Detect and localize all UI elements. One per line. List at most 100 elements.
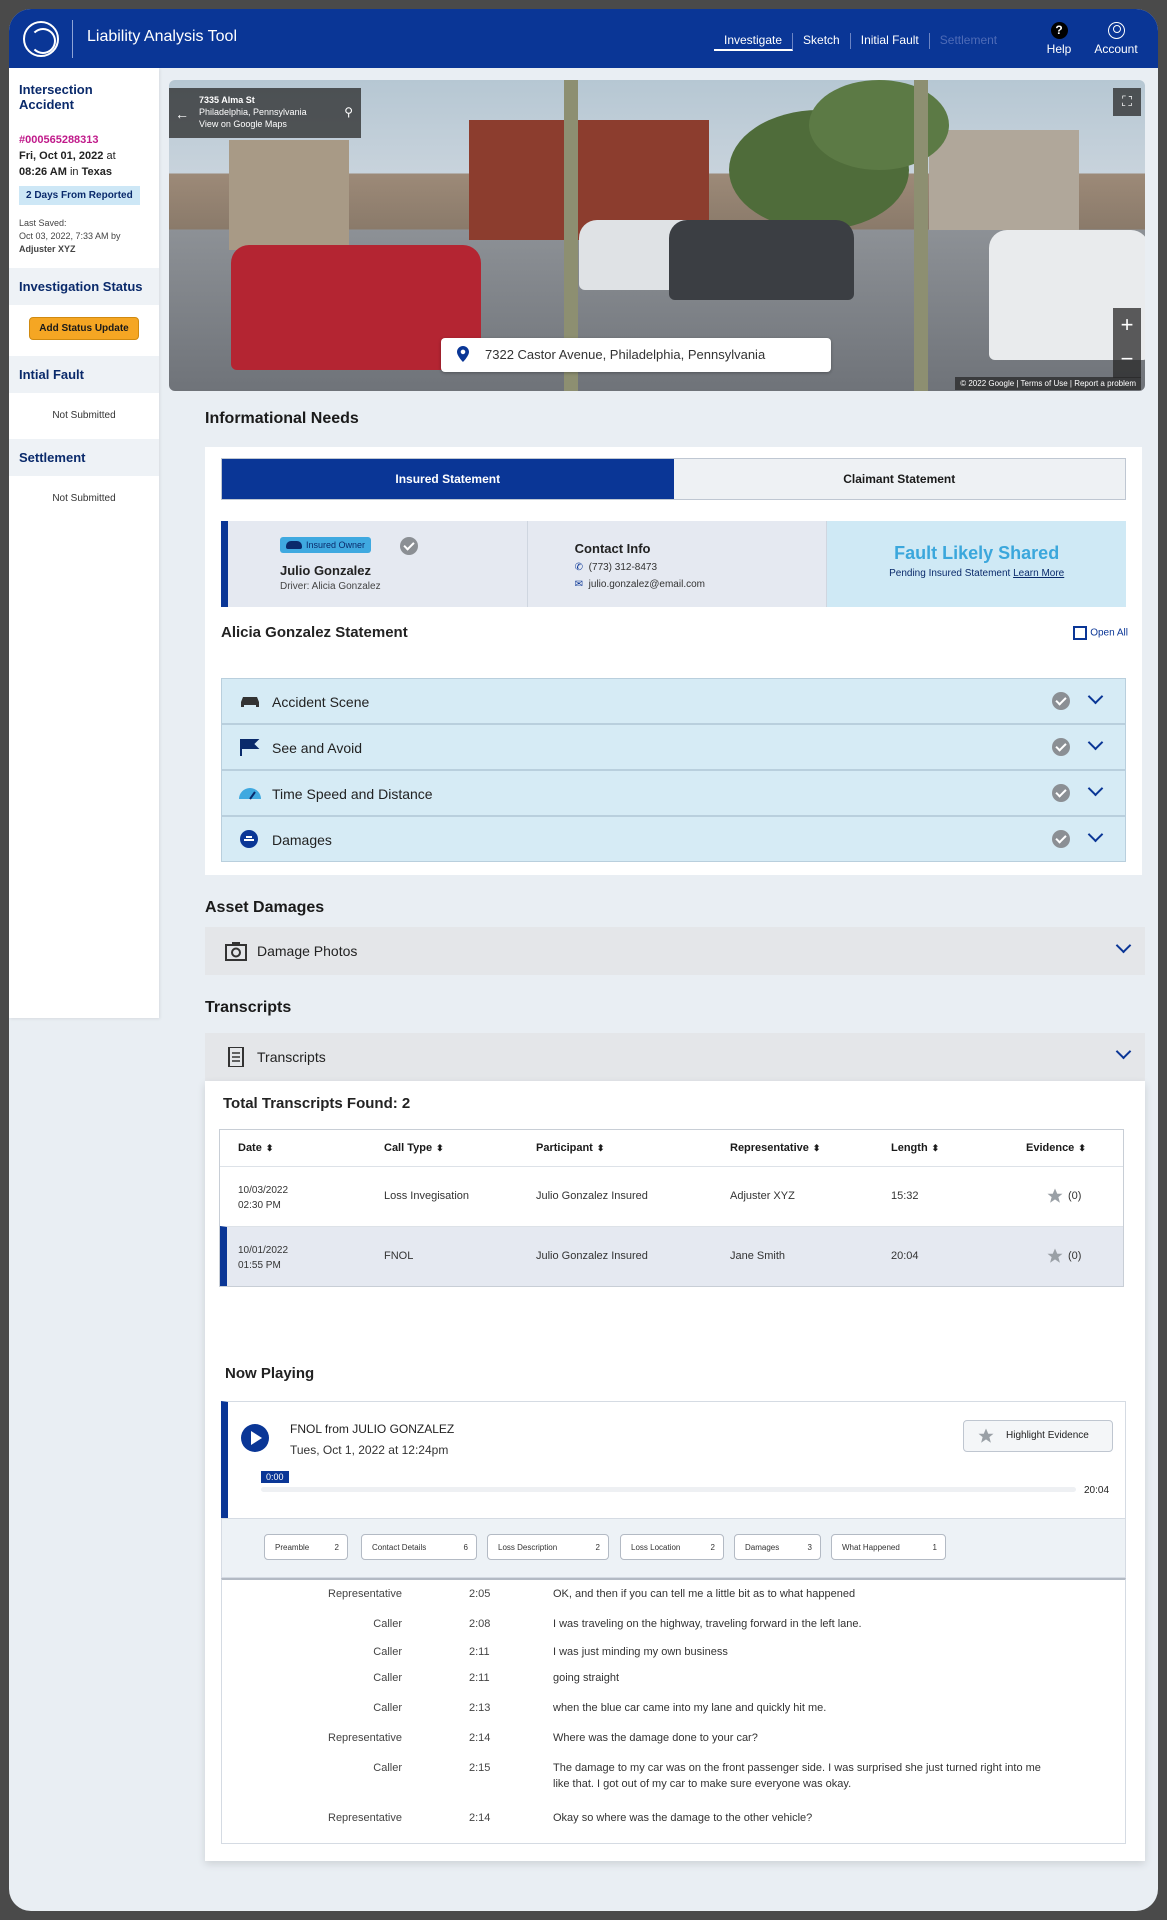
nav-investigate[interactable]: Investigate	[714, 33, 794, 51]
document-icon	[228, 1047, 244, 1067]
zoom-out-icon[interactable]: −	[1113, 342, 1141, 376]
view-on-google-maps-link[interactable]: View on Google Maps	[199, 118, 353, 130]
speaker: Caller	[373, 1702, 402, 1714]
line-text: Okay so where was the damage to the othe…	[553, 1812, 813, 1824]
learn-more-link[interactable]: Learn More	[1013, 568, 1064, 579]
street-view-map[interactable]: ← 7335 Alma St Philadelphia, Pennsylvani…	[169, 80, 1145, 391]
case-datetime: Fri, Oct 01, 2022 at 08:26 AM in Texas	[19, 150, 116, 178]
col-call-type[interactable]: Call Type ⬍	[384, 1142, 444, 1154]
account-icon	[1107, 22, 1125, 39]
car-icon	[241, 697, 259, 707]
nav-sketch[interactable]: Sketch	[793, 33, 851, 49]
chip-what-happened[interactable]: What Happened 1	[831, 1534, 946, 1560]
chip-loss-location[interactable]: Loss Location 2	[620, 1534, 724, 1560]
line-text: Where was the damage done to your car?	[553, 1732, 758, 1744]
check-icon	[1052, 738, 1070, 756]
tab-claimant-statement[interactable]: Claimant Statement	[673, 459, 1125, 499]
table-row[interactable]: 10/01/2022 01:55 PM FNOL Julio Gonzalez I…	[220, 1226, 1123, 1286]
table-row[interactable]: 10/03/2022 02:30 PM Loss Invegisation Jul…	[220, 1166, 1123, 1226]
chevron-down-icon[interactable]	[1115, 937, 1132, 954]
sort-icon: ⬍	[265, 1143, 274, 1153]
speaker: Caller	[373, 1618, 402, 1630]
col-representative[interactable]: Representative ⬍	[730, 1142, 820, 1154]
damages-icon	[240, 830, 258, 848]
sort-icon: ⬍	[436, 1143, 444, 1153]
accordion-damages[interactable]: Damages	[221, 816, 1126, 862]
check-icon	[400, 537, 418, 555]
chip-loss-description[interactable]: Loss Description 2	[487, 1534, 609, 1560]
line-time: 2:11	[469, 1672, 490, 1684]
address-text: 7322 Castor Avenue, Philadelphia, Pennsy…	[485, 347, 766, 362]
chip-damages[interactable]: Damages 3	[734, 1534, 821, 1560]
chip-preamble[interactable]: Preamble 2	[264, 1534, 348, 1560]
chevron-down-icon[interactable]	[1087, 734, 1104, 751]
address-search-box[interactable]: 7322 Castor Avenue, Philadelphia, Pennsy…	[441, 338, 831, 372]
line-text: The damage to my car was on the front pa…	[553, 1762, 1041, 1790]
nav-initial-fault[interactable]: Initial Fault	[851, 33, 930, 49]
place-title: 7335 Alma St	[199, 95, 255, 105]
contact-email[interactable]: ✉ julio.gonzalez@email.com	[575, 579, 705, 590]
back-arrow-icon[interactable]: ←	[175, 107, 189, 121]
zoom-in-icon[interactable]: +	[1113, 308, 1141, 342]
speaker: Caller	[373, 1646, 402, 1658]
line-time: 2:05	[469, 1588, 491, 1600]
insured-name: Julio Gonzalez	[280, 563, 372, 578]
case-sidebar: Intersection Accident #000565288313 Fri,…	[9, 68, 159, 1018]
speedometer-icon	[239, 788, 261, 800]
contact-phone[interactable]: ✆ (773) 312-8473	[575, 562, 657, 573]
add-status-update-button[interactable]: Add Status Update	[29, 317, 139, 340]
car-icon	[286, 541, 302, 549]
chevron-down-icon[interactable]	[1087, 688, 1104, 705]
place-card[interactable]: ← 7335 Alma St Philadelphia, Pennsylvani…	[169, 88, 361, 138]
star-icon[interactable]	[1046, 1247, 1064, 1265]
fault-status: Fault Likely Shared	[894, 543, 1060, 563]
chevron-down-icon[interactable]	[1087, 780, 1104, 797]
last-saved: Last Saved: Oct 03, 2022, 7:33 AM by Adj…	[19, 218, 121, 254]
chevron-down-icon[interactable]	[1115, 1043, 1132, 1060]
accordion-time-speed-distance[interactable]: Time Speed and Distance	[221, 770, 1126, 816]
chevron-down-icon[interactable]	[1087, 826, 1104, 843]
asset-damages-title: Asset Damages	[205, 899, 325, 916]
transcripts-total: Total Transcripts Found: 2	[223, 1095, 411, 1112]
zoom-controls[interactable]: + −	[1113, 308, 1141, 378]
transcripts-label: Transcripts	[257, 1049, 326, 1065]
play-icon[interactable]	[241, 1424, 269, 1452]
speaker: Caller	[373, 1672, 402, 1684]
fault-card: Fault Likely Shared Pending Insured Stat…	[827, 521, 1127, 607]
col-evidence[interactable]: Evidence ⬍	[1026, 1142, 1086, 1154]
highlight-evidence-button[interactable]: Highlight Evidence	[963, 1420, 1113, 1452]
audio-scrubber[interactable]	[261, 1487, 1076, 1492]
accordion-see-and-avoid[interactable]: See and Avoid	[221, 724, 1126, 770]
map-footer[interactable]: © 2022 Google | Terms of Use | Report a …	[955, 377, 1141, 390]
accordion-accident-scene[interactable]: Accident Scene	[221, 678, 1126, 724]
check-icon	[1052, 692, 1070, 710]
speaker: Caller	[373, 1762, 402, 1774]
top-header: Liability Analysis Tool Investigate Sket…	[9, 9, 1158, 68]
fullscreen-icon[interactable]: ⛶	[1113, 88, 1141, 116]
camera-icon	[225, 942, 247, 961]
open-all-button[interactable]: Open All	[1073, 626, 1128, 640]
chip-contact-details[interactable]: Contact Details 6	[361, 1534, 477, 1560]
damage-photos-bar[interactable]: Damage Photos	[205, 927, 1145, 975]
col-length[interactable]: Length ⬍	[891, 1142, 939, 1154]
help-label: Help	[1046, 42, 1072, 56]
company-logo[interactable]	[23, 21, 59, 57]
dark-car	[669, 220, 854, 300]
account-button[interactable]: Account	[1090, 22, 1142, 56]
line-time: 2:08	[469, 1618, 491, 1630]
tab-insured-statement[interactable]: Insured Statement	[222, 459, 674, 499]
help-button[interactable]: ? Help	[1033, 22, 1085, 56]
damage-photos-label: Damage Photos	[257, 943, 358, 959]
street-tree	[809, 80, 949, 170]
fault-subtitle: Pending Insured Statement Learn More	[889, 568, 1065, 579]
line-text: when the blue car came into my lane and …	[553, 1702, 827, 1714]
line-text: I was traveling on the highway, travelin…	[553, 1618, 862, 1630]
line-text: going straight	[553, 1672, 620, 1684]
col-date[interactable]: Date ⬍	[238, 1142, 273, 1154]
col-participant[interactable]: Participant ⬍	[536, 1142, 604, 1154]
case-id[interactable]: #000565288313	[19, 134, 149, 146]
star-icon[interactable]	[1046, 1187, 1064, 1205]
contact-title: Contact Info	[574, 541, 651, 556]
transcripts-bar[interactable]: Transcripts	[205, 1033, 1145, 1081]
line-time: 2:15	[469, 1762, 491, 1774]
